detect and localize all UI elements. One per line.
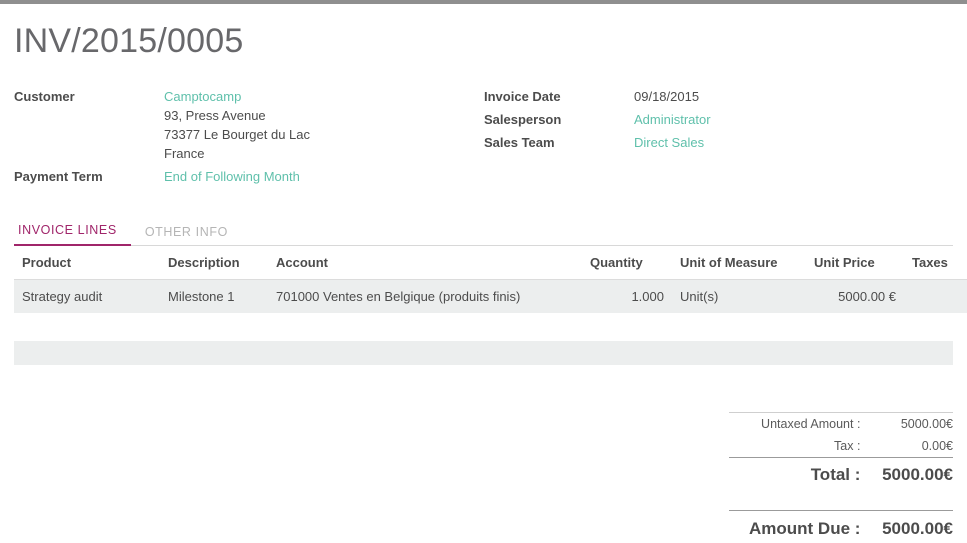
invoice-lines-table: Product Description Account Quantity Uni… [14,246,967,313]
invoice-form-sheet: INV/2015/0005 Customer Camptocamp 93, Pr… [0,22,967,543]
form-tabs: INVOICE LINES OTHER INFO [14,222,953,246]
cell-taxes[interactable] [904,280,967,314]
sales-team-label: Sales Team [484,133,634,152]
tab-other-info[interactable]: OTHER INFO [131,225,242,246]
column-header-unit-of-measure[interactable]: Unit of Measure [672,246,806,280]
totals-spacer-row [729,492,953,511]
payment-term-value: End of Following Month [164,167,300,186]
header-fields-right-column: Invoice Date 09/18/2015 Salesperson Admi… [484,87,953,190]
table-row[interactable]: Strategy audit Milestone 1 701000 Ventes… [14,280,967,314]
totals-spacer-cell-left [729,492,870,511]
salesperson-link[interactable]: Administrator [634,112,711,127]
customer-address-line-2: 73377 Le Bourget du Lac [164,125,310,144]
column-header-description[interactable]: Description [160,246,268,280]
page-title: INV/2015/0005 [14,22,953,61]
column-header-product[interactable]: Product [14,246,160,280]
header-fields: Customer Camptocamp 93, Press Avenue 733… [14,87,953,190]
cell-description[interactable]: Milestone 1 [160,280,268,314]
invoice-date-label: Invoice Date [484,87,634,106]
amount-due-value: 5000.00€ [870,511,953,543]
customer-label: Customer [14,87,164,106]
invoice-date-value[interactable]: 09/18/2015 [634,87,699,106]
totals-spacer-cell-right [870,492,953,511]
total-row: Total : 5000.00€ [729,458,953,493]
cell-unit-price[interactable]: 5000.00 € [806,280,904,314]
tax-label: Tax : [729,435,870,458]
sales-team-field-row: Sales Team Direct Sales [484,133,953,152]
total-value: 5000.00€ [870,458,953,493]
totals-table: Untaxed Amount : 5000.00€ Tax : 0.00€ To… [729,412,953,543]
customer-link[interactable]: Camptocamp [164,89,241,104]
cell-quantity[interactable]: 1.000 [582,280,672,314]
customer-field-row: Customer Camptocamp 93, Press Avenue 733… [14,87,484,163]
table-header-row: Product Description Account Quantity Uni… [14,246,967,280]
salesperson-label: Salesperson [484,110,634,129]
total-label: Total : [729,458,870,493]
cell-account[interactable]: 701000 Ventes en Belgique (produits fini… [268,280,582,314]
customer-address-line-1: 93, Press Avenue [164,106,310,125]
tax-value: 0.00€ [870,435,953,458]
amount-due-label: Amount Due : [729,511,870,543]
payment-term-label: Payment Term [14,167,164,186]
header-fields-left-column: Customer Camptocamp 93, Press Avenue 733… [14,87,484,190]
invoice-date-field-row: Invoice Date 09/18/2015 [484,87,953,106]
cell-unit-of-measure[interactable]: Unit(s) [672,280,806,314]
payment-term-link[interactable]: End of Following Month [164,169,300,184]
cell-product[interactable]: Strategy audit [14,280,160,314]
window-top-strip [0,0,967,4]
column-header-account[interactable]: Account [268,246,582,280]
salesperson-field-row: Salesperson Administrator [484,110,953,129]
customer-address-line-3: France [164,144,310,163]
tab-invoice-lines[interactable]: INVOICE LINES [14,223,131,246]
amount-due-row: Amount Due : 5000.00€ [729,511,953,543]
untaxed-amount-value: 5000.00€ [870,413,953,436]
column-header-taxes[interactable]: Taxes [904,246,967,280]
sales-team-value: Direct Sales [634,133,704,152]
untaxed-amount-row: Untaxed Amount : 5000.00€ [729,413,953,436]
column-header-unit-price[interactable]: Unit Price [806,246,904,280]
totals-section: Untaxed Amount : 5000.00€ Tax : 0.00€ To… [14,412,953,543]
sales-team-link[interactable]: Direct Sales [634,135,704,150]
salesperson-value: Administrator [634,110,711,129]
column-header-quantity[interactable]: Quantity [582,246,672,280]
payment-term-field-row: Payment Term End of Following Month [14,167,484,186]
tax-row: Tax : 0.00€ [729,435,953,458]
untaxed-amount-label: Untaxed Amount : [729,413,870,436]
customer-value: Camptocamp 93, Press Avenue 73377 Le Bou… [164,87,310,163]
add-line-placeholder-bar[interactable] [14,341,953,365]
